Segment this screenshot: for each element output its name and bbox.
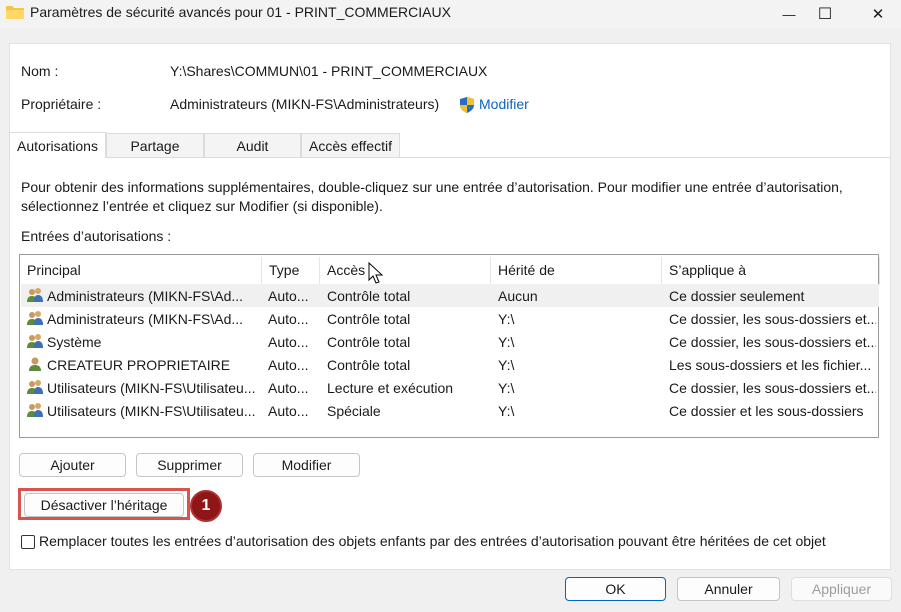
cell-s-applique-a: Ce dossier, les sous-dossiers et... bbox=[669, 333, 876, 350]
ok-button[interactable]: OK bbox=[565, 577, 666, 601]
cell-s-applique-a: Ce dossier et les sous-dossiers bbox=[669, 402, 864, 419]
cell-principal: Administrateurs (MIKN-FS\Ad... bbox=[47, 310, 244, 327]
users-group-icon bbox=[27, 311, 43, 325]
cell-principal: Utilisateurs (MIKN-FS\Utilisateu... bbox=[47, 402, 256, 419]
cell-s-applique-a: Les sous-dossiers et les fichier... bbox=[669, 356, 872, 373]
users-group-icon bbox=[27, 403, 43, 417]
tab-divider bbox=[9, 157, 891, 158]
description-text: Pour obtenir des informations supplément… bbox=[21, 179, 843, 214]
cell-acces: Contrôle total bbox=[327, 356, 411, 373]
entries-label: Entrées d’autorisations : bbox=[21, 228, 172, 244]
users-group-icon bbox=[27, 334, 43, 348]
cell-s-applique-a: Ce dossier, les sous-dossiers et... bbox=[669, 379, 876, 396]
table-row[interactable]: Utilisateurs (MIKN-FS\Utilisateu... Auto… bbox=[21, 399, 879, 422]
column-header-acces[interactable]: Accès bbox=[320, 258, 490, 282]
cell-s-applique-a: Ce dossier seulement bbox=[669, 287, 805, 304]
cell-herite-de: Y:\ bbox=[498, 402, 515, 419]
cell-type: Auto... bbox=[268, 356, 309, 373]
cell-acces: Contrôle total bbox=[327, 287, 411, 304]
remove-button[interactable]: Supprimer bbox=[136, 453, 243, 477]
minimize-icon: — bbox=[782, 6, 796, 22]
replace-child-permissions-label[interactable]: Remplacer toutes les entrées d’autorisat… bbox=[39, 533, 826, 549]
cell-type: Auto... bbox=[268, 333, 309, 350]
cancel-button[interactable]: Annuler bbox=[677, 577, 780, 601]
cell-acces: Contrôle total bbox=[327, 333, 411, 350]
annotation-highlight-box bbox=[18, 488, 190, 520]
cell-herite-de: Y:\ bbox=[498, 333, 515, 350]
users-group-icon bbox=[27, 380, 43, 394]
permissions-table[interactable]: Principal Type Accès Hérité de S’appliqu… bbox=[19, 254, 880, 438]
cell-acces: Contrôle total bbox=[327, 310, 411, 327]
cell-s-applique-a: Ce dossier, les sous-dossiers et... bbox=[669, 310, 876, 327]
add-button[interactable]: Ajouter bbox=[19, 453, 126, 477]
column-header-principal[interactable]: Principal bbox=[20, 258, 261, 282]
modify-owner-link[interactable]: Modifier bbox=[479, 96, 529, 112]
owner-value: Administrateurs (MIKN-FS\Administrateurs… bbox=[170, 96, 440, 112]
cell-principal: Système bbox=[47, 333, 102, 350]
cell-herite-de: Y:\ bbox=[498, 356, 515, 373]
cell-type: Auto... bbox=[268, 310, 309, 327]
modify-button[interactable]: Modifier bbox=[253, 453, 360, 477]
tab-autorisations[interactable]: Autorisations bbox=[9, 132, 106, 158]
mouse-cursor-icon bbox=[368, 262, 384, 284]
title-bar: Paramètres de sécurité avancés pour 01 -… bbox=[0, 0, 901, 28]
name-label: Nom : bbox=[21, 63, 59, 79]
close-button[interactable]: ✕ bbox=[856, 0, 900, 28]
cell-herite-de: Y:\ bbox=[498, 379, 515, 396]
table-row[interactable]: Utilisateurs (MIKN-FS\Utilisateu... Auto… bbox=[21, 376, 879, 399]
column-separator bbox=[879, 257, 880, 285]
table-row[interactable]: Système Auto... Contrôle total Y:\ Ce do… bbox=[21, 330, 879, 353]
table-row[interactable]: CREATEUR PROPRIETAIRE Auto... Contrôle t… bbox=[21, 353, 879, 376]
maximize-icon: ☐ bbox=[817, 6, 833, 23]
column-header-herite-de[interactable]: Hérité de bbox=[491, 258, 661, 282]
maximize-button[interactable]: ☐ bbox=[803, 0, 847, 28]
cell-herite-de: Y:\ bbox=[498, 310, 515, 327]
annotation-step-badge: 1 bbox=[190, 490, 222, 522]
owner-label: Propriétaire : bbox=[21, 96, 102, 112]
cell-herite-de: Aucun bbox=[498, 287, 538, 304]
cell-type: Auto... bbox=[268, 287, 309, 304]
close-icon: ✕ bbox=[871, 6, 885, 23]
cell-principal: Utilisateurs (MIKN-FS\Utilisateu... bbox=[47, 379, 256, 396]
user-icon bbox=[29, 357, 41, 371]
apply-button[interactable]: Appliquer bbox=[791, 577, 892, 601]
cell-principal: Administrateurs (MIKN-FS\Ad... bbox=[47, 287, 244, 304]
cell-type: Auto... bbox=[268, 402, 309, 419]
cell-type: Auto... bbox=[268, 379, 309, 396]
name-value: Y:\Shares\COMMUN\01 - PRINT_COMMERCIAUX bbox=[170, 63, 488, 79]
tab-acces-effectif[interactable]: Accès effectif bbox=[301, 133, 400, 157]
tab-audit[interactable]: Audit bbox=[204, 133, 301, 157]
table-row[interactable]: Administrateurs (MIKN-FS\Ad... Auto... C… bbox=[21, 284, 879, 307]
column-header-type[interactable]: Type bbox=[262, 258, 319, 282]
cell-acces: Lecture et exécution bbox=[327, 379, 454, 396]
folder-icon bbox=[6, 6, 24, 19]
table-row[interactable]: Administrateurs (MIKN-FS\Ad... Auto... C… bbox=[21, 307, 879, 330]
column-header-s-applique-a[interactable]: S’applique à bbox=[662, 258, 879, 282]
window-title: Paramètres de sécurité avancés pour 01 -… bbox=[30, 4, 451, 20]
cell-acces: Spéciale bbox=[327, 402, 381, 419]
replace-child-permissions-checkbox[interactable] bbox=[21, 535, 35, 549]
tab-partage[interactable]: Partage bbox=[106, 133, 204, 157]
cell-principal: CREATEUR PROPRIETAIRE bbox=[47, 356, 231, 373]
users-group-icon bbox=[27, 288, 43, 302]
uac-shield-icon bbox=[460, 97, 474, 113]
